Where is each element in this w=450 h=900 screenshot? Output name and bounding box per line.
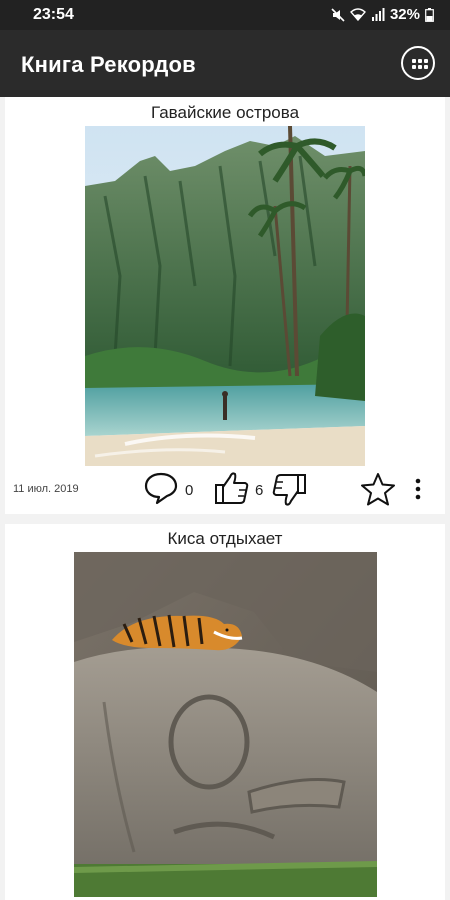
comment-count: 0 xyxy=(185,482,194,499)
post-card: Киса отдыхает xyxy=(5,524,445,900)
status-icons: 32% xyxy=(331,6,434,23)
post-card: Гавайские острова 11 июл. 2019 0 6 xyxy=(5,97,445,514)
battery-icon xyxy=(425,7,434,22)
mute-icon xyxy=(331,7,345,22)
comment-button[interactable] xyxy=(143,471,179,510)
like-count: 6 xyxy=(255,482,264,499)
feed[interactable]: Гавайские острова 11 июл. 2019 0 6 Киса … xyxy=(0,97,450,900)
like-button[interactable] xyxy=(213,469,251,512)
wifi-icon xyxy=(349,8,366,21)
star-icon xyxy=(361,473,395,506)
tiger-on-stone-head-photo xyxy=(74,552,377,897)
battery-percent: 32% xyxy=(389,6,420,23)
status-time: 23:54 xyxy=(33,6,74,23)
app-bar: Книга Рекордов xyxy=(0,30,450,97)
more-vert-icon xyxy=(415,478,421,500)
more-options-button[interactable] xyxy=(414,478,422,505)
grid-menu-button[interactable] xyxy=(401,46,435,80)
post-title: Киса отдыхает xyxy=(167,529,283,548)
thumbs-down-icon xyxy=(272,474,306,506)
post-photo[interactable] xyxy=(85,126,365,466)
post-date: 11 июл. 2019 xyxy=(13,483,79,495)
favorite-button[interactable] xyxy=(360,472,396,511)
status-bar: 23:54 32% xyxy=(0,0,450,30)
post-title: Гавайские острова xyxy=(150,103,300,122)
tropical-beach-photo xyxy=(85,126,365,466)
signal-icon xyxy=(371,8,385,21)
thumbs-up-icon xyxy=(215,472,249,504)
comment-icon xyxy=(144,472,178,505)
dislike-button[interactable] xyxy=(270,471,308,514)
post-photo[interactable] xyxy=(74,552,377,897)
app-title: Книга Рекордов xyxy=(21,52,196,77)
